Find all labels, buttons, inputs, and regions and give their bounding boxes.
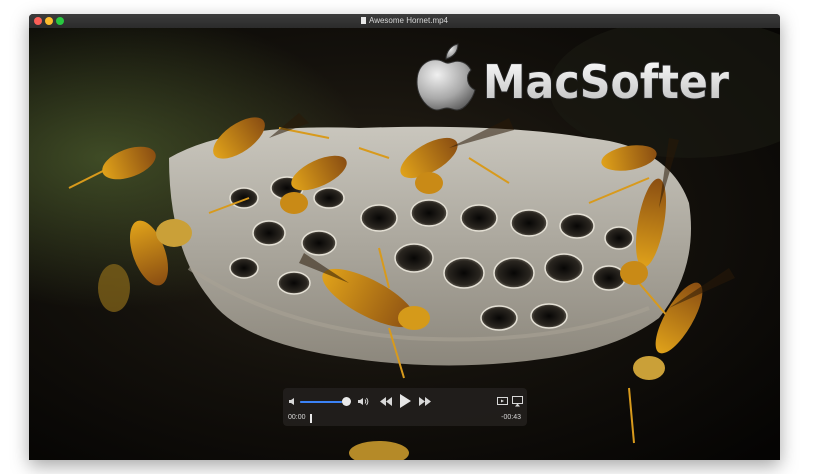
share-icon[interactable]: [497, 396, 508, 406]
window-title: Awesome Hornet.mp4: [369, 16, 448, 25]
speaker-low-icon[interactable]: [288, 397, 297, 406]
playback-scrubber[interactable]: [310, 414, 312, 423]
title-bar[interactable]: Awesome Hornet.mp4: [29, 14, 780, 28]
volume-knob[interactable]: [342, 397, 351, 406]
rewind-icon[interactable]: [380, 397, 393, 406]
video-file-icon: [361, 17, 366, 24]
elapsed-time: 00:00: [288, 414, 306, 421]
play-icon[interactable]: [399, 394, 411, 408]
fast-forward-icon[interactable]: [419, 397, 432, 406]
window-title-container: Awesome Hornet.mp4: [29, 14, 780, 28]
apple-icon: [416, 43, 476, 111]
volume-level: [300, 401, 342, 403]
watermark-text: MacSofter: [483, 55, 729, 109]
remaining-time: -00:43: [501, 414, 521, 421]
watermark: MacSofter: [416, 43, 730, 111]
playback-controls: 00:00 -00:43: [283, 388, 527, 426]
speaker-high-icon[interactable]: [357, 396, 369, 407]
player-window: Awesome Hornet.mp4 MacSofter 00:00 -00:4…: [29, 14, 780, 460]
airplay-icon[interactable]: [512, 396, 523, 407]
